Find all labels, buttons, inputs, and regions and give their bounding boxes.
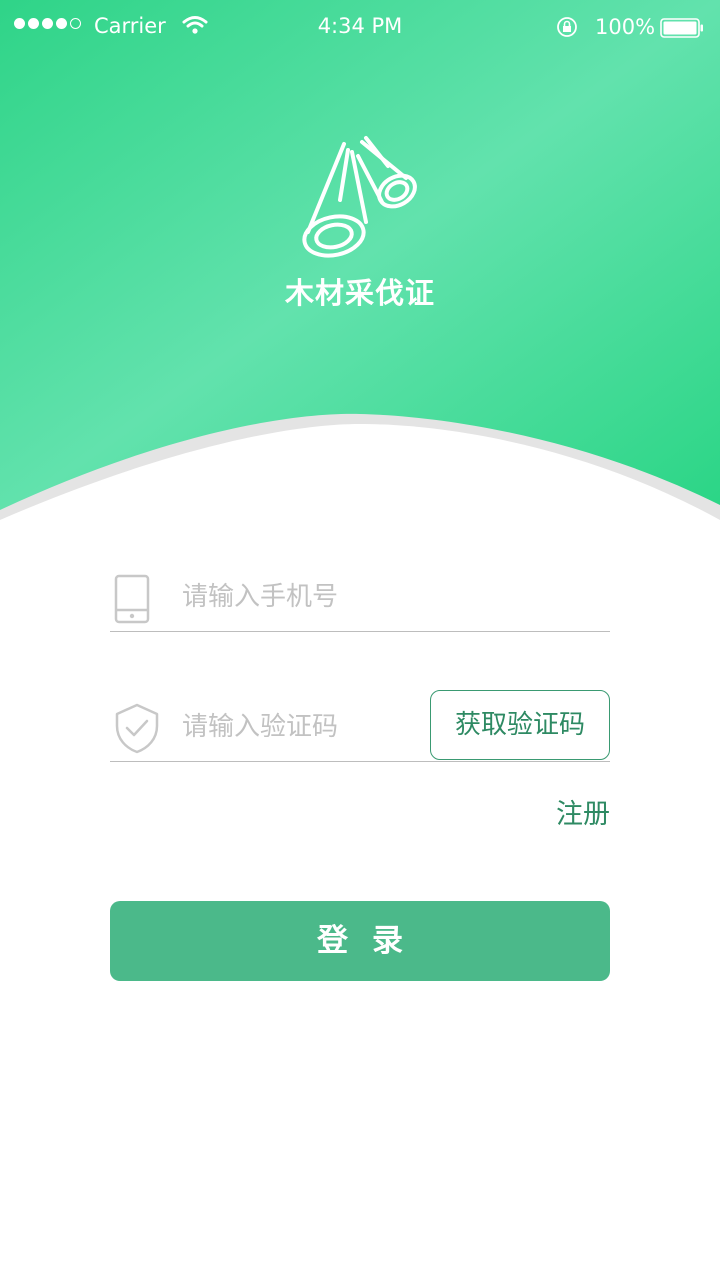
- logs-icon: [302, 136, 417, 258]
- status-bar: Carrier 4:34 PM 100%: [0, 0, 720, 54]
- phone-input[interactable]: [182, 579, 582, 615]
- shield-check-icon: [115, 703, 159, 754]
- register-link[interactable]: 注册: [556, 796, 610, 834]
- login-button[interactable]: 登录: [110, 901, 610, 981]
- code-field: 获取验证码: [110, 690, 610, 762]
- phone-field: [110, 565, 610, 632]
- app-title: 木材采伐证: [284, 276, 435, 310]
- phone-icon: [114, 574, 150, 624]
- battery-percentage: 100%: [595, 15, 656, 39]
- rotation-lock-icon: [557, 17, 577, 37]
- battery-icon: [660, 18, 703, 38]
- code-input[interactable]: [182, 709, 422, 745]
- login-screen: Carrier 4:34 PM 100% 木材采伐证 请输入手机号 请输入验证码…: [0, 0, 720, 1280]
- get-code-button[interactable]: 获取验证码: [430, 690, 610, 760]
